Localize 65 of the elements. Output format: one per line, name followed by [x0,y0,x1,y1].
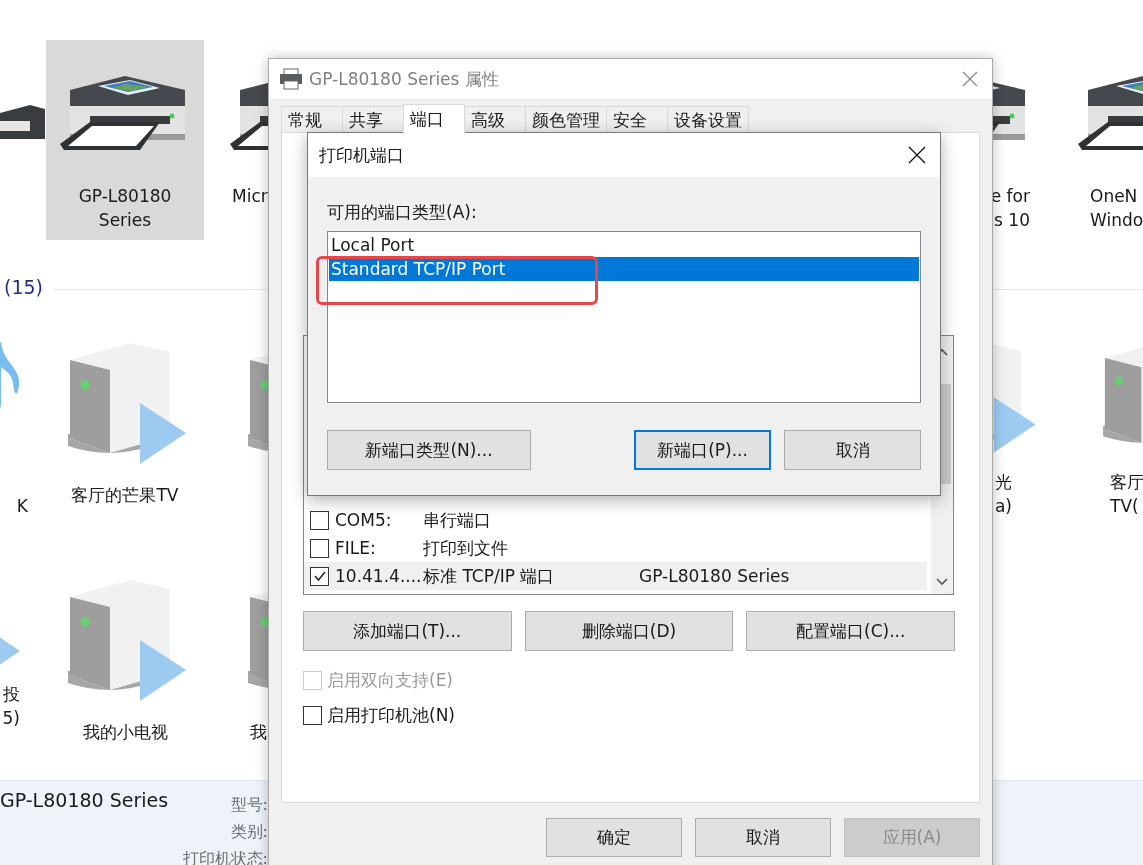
printer-tile[interactable]: OneN Windo [1078,40,1143,240]
device-label: 客厅 [1109,471,1143,494]
port-name: 10.41.4.... [335,566,423,586]
checkbox[interactable] [310,510,329,530]
option-label: 启用打印机池(N) [327,704,455,727]
tab[interactable]: 高级 [464,106,526,132]
checkbox[interactable] [310,538,329,558]
device-label: 客厅的芒果TV [70,484,180,507]
device-label: GP-L80180 [77,185,173,208]
close-icon[interactable] [908,146,926,164]
port-printer: GP-L80180 Series [639,566,790,586]
list-item[interactable]: Local Port [329,233,919,257]
port-button[interactable]: 配置端口(C)... [746,611,955,651]
dialog-button[interactable]: 取消 [784,430,921,470]
tab[interactable]: 常规 [281,106,343,132]
port-button[interactable]: 添加端口(T)... [303,611,512,651]
device-label: Windo [1089,209,1143,232]
device-label: a) [993,495,1013,518]
media-device-tile[interactable]: 客厅 TV( [1090,318,1143,518]
window-title: GP-L80180 Series 属性 [309,67,500,91]
printer-tile[interactable]: GP-L80180 Series [46,40,204,240]
scroll-down-icon[interactable] [936,578,948,586]
tab[interactable]: 设备设置 [667,106,749,132]
device-label: OneN [1089,185,1139,208]
tab[interactable]: 安全 [606,106,668,132]
detail-label: 型号: [230,794,268,816]
window-title: 打印机端口 [319,143,404,167]
checkbox[interactable] [310,566,329,586]
dialog-button[interactable]: 新端口(P)... [634,430,771,470]
media-device-tile[interactable]: 投 5) [0,555,20,755]
port-row[interactable]: COM5: 串行端口 [304,506,927,534]
port-description: 串行端口 [423,508,492,532]
option-label: 启用双向支持(E) [327,669,453,692]
dialog-button[interactable]: 取消 [695,818,831,857]
port-row[interactable]: FILE: 打印到文件 [304,534,927,562]
media-device-tile[interactable]: K [0,318,28,518]
device-label: Series [97,209,153,232]
device-label: TV( [1109,495,1140,518]
dialog-button[interactable]: 确定 [546,818,682,857]
list-item[interactable]: Standard TCP/IP Port [329,257,919,281]
port-description: 打印到文件 [423,536,509,560]
port-name: COM5: [335,510,393,530]
device-label: K [15,495,28,518]
tab[interactable]: 端口 [403,104,465,133]
port-button[interactable]: 删除端口(D) [524,611,734,651]
device-label: 我的小电视 [81,721,169,744]
checkbox[interactable] [303,706,322,725]
group-count: (15) [4,276,43,298]
port-row[interactable]: 10.41.4....标准 TCP/IP 端口 GP-L80180 Series [304,562,927,590]
port-description: 标准 TCP/IP 端口 [423,564,556,588]
device-label: Micr [231,185,269,208]
dialog-button[interactable]: 新端口类型(N)... [327,430,531,470]
device-label: s 10 [993,209,1030,232]
device-label: 光 [994,471,1013,494]
tab[interactable]: 共享 [342,106,404,132]
device-name: GP-L80180 Series [0,789,169,811]
device-label: 5) [1,707,20,730]
tab[interactable]: 颜色管理 [525,106,607,132]
port-name: FILE: [335,538,377,558]
detail-label: 类别: [230,821,268,843]
list-label: 可用的端口类型(A): [327,201,478,224]
device-label: 投 [2,683,20,706]
device-label: 我 [249,721,268,744]
media-device-tile[interactable]: 客厅的芒果TV [46,318,204,518]
media-device-tile[interactable]: 我的小电视 [46,555,204,755]
